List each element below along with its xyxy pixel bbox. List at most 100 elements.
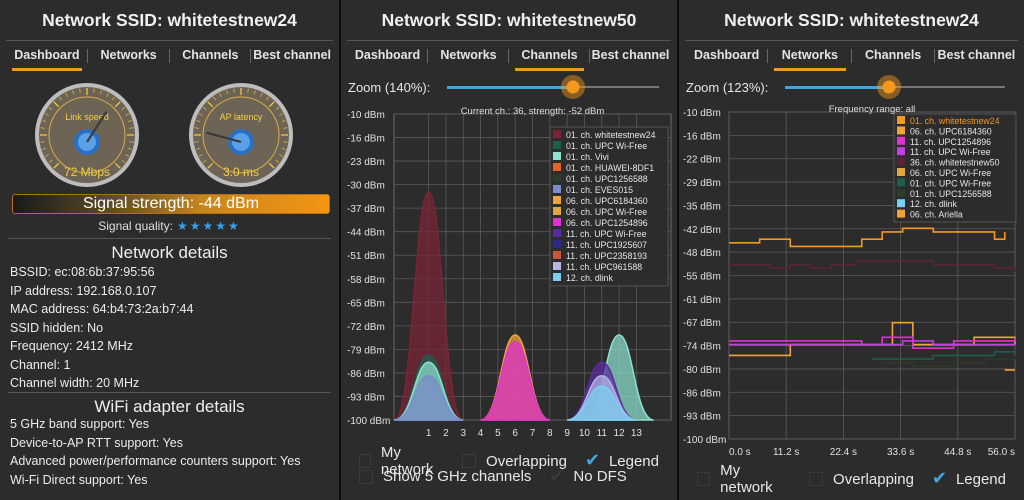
checkmark-icon: ✔ bbox=[584, 450, 601, 470]
chart-legend: 01. ch. whitetestnew2401. ch. UPC Wi-Fre… bbox=[549, 126, 669, 287]
my-network-label: My network bbox=[720, 462, 773, 496]
tab-best-channel[interactable]: Best channel bbox=[590, 41, 671, 72]
wifi-direct-text: Wi-Fi Direct support: Yes bbox=[10, 472, 148, 487]
x-tick-label: 12 bbox=[614, 428, 626, 439]
x-tick-label: 0.0 s bbox=[729, 447, 751, 458]
legend-label: Legend bbox=[608, 452, 659, 470]
tab-best-channel[interactable]: Best channel bbox=[935, 41, 1018, 72]
channel-text: Channel: 1 bbox=[10, 357, 71, 372]
ip-address-text: IP address: 192.168.0.107 bbox=[10, 283, 157, 298]
chart-legend: 01. ch. whitetestnew2406. ch. UPC6184360… bbox=[893, 113, 1017, 223]
legend-swatch bbox=[553, 273, 561, 281]
panel-title: Network SSID: whitetestnew24 bbox=[42, 10, 297, 30]
legend-entry: 11. ch. UPC Wi-Free bbox=[566, 229, 647, 239]
legend-swatch bbox=[897, 116, 905, 124]
legend-swatch bbox=[897, 199, 905, 208]
legend-checkbox[interactable]: ✔ Legend bbox=[932, 469, 1006, 488]
legend-swatch bbox=[553, 229, 561, 237]
x-tick-label: 9 bbox=[564, 428, 570, 439]
tab-networks[interactable]: Networks bbox=[428, 41, 509, 72]
show-5ghz-checkbox[interactable]: Show 5 GHz channels bbox=[359, 468, 531, 485]
ap-latency-value: 3.0 ms bbox=[222, 165, 259, 179]
y-tick-label: -100 dBm bbox=[683, 435, 726, 446]
tab-best-channel[interactable]: Best channel bbox=[251, 41, 333, 72]
options-row-2: Show 5 GHz channels ✔ No DFS bbox=[359, 467, 645, 486]
y-tick-label: -79 dBm bbox=[347, 345, 385, 356]
zoom-slider-rest[interactable] bbox=[573, 86, 659, 88]
legend-swatch bbox=[897, 136, 905, 145]
x-tick-label: 2 bbox=[443, 428, 449, 439]
legend-entry: 01. ch. UPC1256588 bbox=[566, 174, 648, 184]
networks-chart: -10 dBm -16 dBm -22 dBm -29 dBm -35 dBm -42 d… bbox=[683, 104, 1017, 458]
zoom-slider-track[interactable] bbox=[447, 86, 573, 89]
legend-entry: 06. ch. UPC1254896 bbox=[566, 218, 648, 228]
legend-entry: 12. ch. dlink bbox=[910, 199, 958, 209]
legend-swatch bbox=[553, 218, 561, 226]
overlapping-checkbox[interactable]: Overlapping bbox=[809, 471, 914, 488]
y-tick-label: -61 dBm bbox=[683, 295, 721, 306]
legend-entry: 01. ch. Vivi bbox=[566, 152, 609, 162]
legend-entry: 01. ch. HUAWEI-8DF1 bbox=[566, 163, 654, 173]
y-tick-label: -23 dBm bbox=[347, 157, 385, 168]
checkbox-box-icon bbox=[697, 472, 711, 486]
5ghz-support-text: 5 GHz band support: Yes bbox=[10, 417, 149, 431]
zoom-label: Zoom (140%): bbox=[348, 80, 431, 95]
x-tick-label: 13 bbox=[631, 428, 643, 439]
y-tick-label: -86 dBm bbox=[347, 369, 385, 380]
legend-swatch bbox=[553, 196, 561, 204]
legend-entry: 11. ch. UPC961588 bbox=[566, 262, 642, 272]
zoom-slider-thumb[interactable] bbox=[877, 75, 901, 99]
legend-swatch bbox=[553, 240, 561, 248]
tab-dashboard[interactable]: Dashboard bbox=[6, 41, 88, 72]
legend-entry: 01. ch. UPC1256588 bbox=[910, 189, 992, 199]
tab-channels[interactable]: Channels bbox=[170, 41, 252, 72]
x-tick-label: 44.8 s bbox=[944, 447, 971, 458]
legend-swatch bbox=[553, 251, 561, 259]
options-row-1: My network Overlapping ✔ Legend bbox=[697, 462, 1024, 496]
tab-networks[interactable]: Networks bbox=[88, 41, 170, 72]
y-tick-label: -30 dBm bbox=[347, 181, 385, 192]
x-tick-label: 3 bbox=[460, 428, 466, 439]
legend-entry: 06. ch. Ariella bbox=[910, 210, 963, 220]
checkbox-box-icon bbox=[359, 469, 373, 484]
legend-entry: 06. ch. UPC6184360 bbox=[566, 196, 648, 206]
legend-checkbox[interactable]: ✔ Legend bbox=[584, 450, 659, 470]
zoom-slider-track[interactable] bbox=[785, 86, 885, 89]
tab-channels[interactable]: Channels bbox=[509, 41, 590, 72]
y-tick-label: -58 dBm bbox=[347, 275, 385, 286]
y-tick-label: -86 dBm bbox=[683, 388, 721, 399]
zoom-slider-thumb[interactable] bbox=[561, 75, 585, 99]
show-5ghz-label: Show 5 GHz channels bbox=[383, 468, 532, 485]
dashboard-panel: Network SSID: whitetestnew24 Dashboard N… bbox=[0, 0, 339, 500]
y-tick-label: -93 dBm bbox=[683, 412, 721, 423]
no-dfs-label: No DFS bbox=[573, 468, 627, 485]
y-tick-label: -65 dBm bbox=[347, 298, 385, 309]
legend-swatch bbox=[553, 262, 561, 270]
y-tick-label: -74 dBm bbox=[683, 342, 721, 353]
x-tick-label: 33.6 s bbox=[887, 447, 914, 458]
networks-panel: Network SSID: whitetestnew24 Dashboard N… bbox=[679, 0, 1024, 500]
tab-dashboard[interactable]: Dashboard bbox=[685, 41, 769, 72]
adapter-details-heading: WiFi adapter details bbox=[8, 392, 331, 417]
legend-entry: 11. ch. UPC1925607 bbox=[566, 240, 647, 250]
no-dfs-checkbox[interactable]: ✔ No DFS bbox=[549, 467, 627, 486]
tab-channels[interactable]: Channels bbox=[852, 41, 936, 72]
my-network-checkbox[interactable]: My network bbox=[697, 462, 791, 496]
y-tick-label: -22 dBm bbox=[683, 155, 721, 166]
tab-networks[interactable]: Networks bbox=[768, 41, 852, 72]
power-counters-text: Advanced power/performance counters supp… bbox=[10, 454, 301, 468]
legend-swatch bbox=[553, 141, 561, 149]
overlapping-label: Overlapping bbox=[833, 470, 914, 488]
tab-dashboard[interactable]: Dashboard bbox=[347, 41, 428, 72]
legend-entry: 01. ch. UPC Wi-Free bbox=[566, 141, 647, 151]
zoom-slider-rest[interactable] bbox=[885, 86, 1005, 88]
rtt-support-text: Device-to-AP RTT support: Yes bbox=[10, 435, 184, 450]
checkbox-box-icon bbox=[462, 454, 477, 468]
legend-swatch bbox=[897, 178, 905, 187]
x-tick-label: 8 bbox=[547, 428, 553, 439]
legend-entry: 11. ch. UPC1254896 bbox=[910, 137, 991, 147]
channel-width-text: Channel width: 20 MHz bbox=[10, 376, 140, 390]
y-tick-label: -16 dBm bbox=[347, 134, 385, 145]
x-tick-label: 11 bbox=[597, 428, 608, 439]
y-tick-label: -10 dBm bbox=[347, 110, 385, 121]
